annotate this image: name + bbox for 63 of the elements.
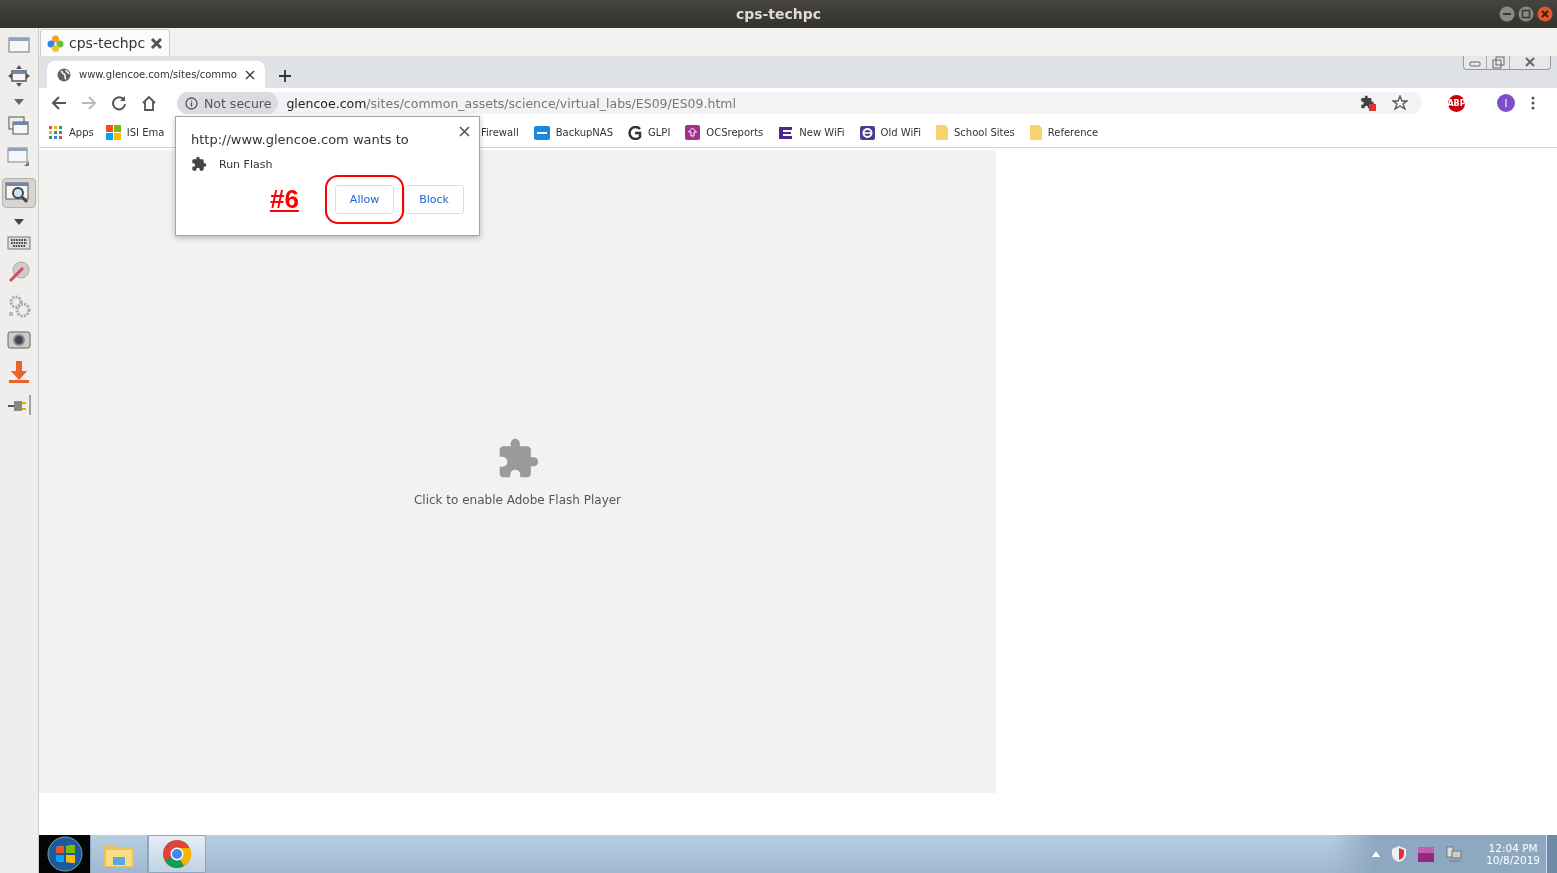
network-icon[interactable]	[1446, 846, 1463, 862]
globe-icon	[57, 67, 71, 82]
browser-tab[interactable]: www.glencoe.com/sites/commo	[47, 61, 265, 88]
window-resize-icon[interactable]	[7, 146, 31, 168]
bookmark[interactable]: OCSreports	[685, 125, 764, 140]
close-icon[interactable]	[459, 126, 470, 137]
move-window-icon[interactable]	[7, 64, 31, 88]
menu-icon[interactable]	[1531, 96, 1535, 110]
close-icon[interactable]	[244, 69, 255, 80]
block-button[interactable]: Block	[404, 185, 464, 214]
reload-icon[interactable]	[111, 95, 127, 111]
folder-icon	[1029, 125, 1042, 140]
bookmark[interactable]: BackupNAS	[533, 125, 614, 140]
plugin-placeholder-text[interactable]: Click to enable Adobe Flash Player	[413, 492, 622, 507]
download-icon[interactable]	[8, 360, 30, 384]
up-arrow-icon[interactable]	[1372, 851, 1381, 857]
step-annotation: #6	[269, 184, 299, 215]
bookmark[interactable]: ISI Ema	[105, 125, 165, 140]
maximize-button[interactable]	[1518, 6, 1534, 22]
puzzle-icon	[191, 156, 207, 172]
shield-icon[interactable]	[1392, 846, 1407, 862]
minimize-button[interactable]	[1499, 6, 1515, 22]
back-icon[interactable]	[51, 95, 67, 111]
bookmark[interactable]: New WiFi	[778, 125, 845, 140]
url-text: glencoe.com/sites/common_assets/science/virtual_labs/ES09/ES09.html	[286, 95, 737, 111]
permission-label: Run Flash	[219, 157, 273, 171]
apps-grid-icon	[49, 125, 63, 140]
bookmark[interactable]: Old WiFi	[859, 125, 921, 140]
upload-square-icon	[685, 125, 701, 140]
camera-icon[interactable]	[7, 328, 31, 350]
app-tray-icon[interactable]	[1418, 846, 1435, 862]
bookmark[interactable]: School Sites	[936, 125, 1015, 140]
close-button[interactable]	[1537, 6, 1553, 22]
puzzle-blocked-icon[interactable]	[1360, 95, 1376, 111]
close-icon[interactable]	[150, 36, 164, 50]
new-tab-icon[interactable]	[278, 70, 291, 82]
chrome-icon	[162, 839, 192, 869]
security-chip[interactable]: Not secure	[177, 92, 279, 114]
keyboard-icon[interactable]	[7, 236, 31, 250]
show-desktop-button[interactable]	[1546, 835, 1557, 873]
info-icon	[185, 96, 198, 110]
window-title: cps-techpc	[735, 6, 822, 22]
window-icon[interactable]	[8, 36, 30, 54]
home-icon[interactable]	[141, 95, 157, 111]
bookmark[interactable]: Reference	[1029, 125, 1099, 140]
profile-avatar[interactable]: I	[1497, 94, 1515, 112]
squares-logo-icon	[105, 125, 121, 140]
bookmark[interactable]: GLPI	[628, 125, 671, 140]
star-icon[interactable]	[1392, 95, 1408, 111]
taskbar-button[interactable]	[39, 835, 91, 873]
address-bar[interactable]: Not secure glencoe.com/sites/common_assets/science/virtual_labs/ES09/ES09.html	[177, 92, 1422, 114]
dropdown-arrow-icon[interactable]	[13, 98, 25, 106]
bookmark[interactable]: Apps	[49, 125, 94, 140]
dropdown-arrow-icon[interactable]	[13, 218, 25, 226]
folder-icon	[936, 125, 948, 140]
g-logo-icon	[628, 125, 643, 140]
adblock-badge[interactable]: ABP	[1448, 94, 1465, 112]
nodes-logo-icon	[47, 34, 64, 52]
bookmark[interactable]: Firewall	[481, 127, 519, 138]
popup-message: http://www.glencoe.com wants to	[191, 132, 410, 147]
windows-icon[interactable]	[8, 116, 30, 136]
plug-icon[interactable]	[6, 394, 32, 416]
session-tab[interactable]: cps-techpc	[40, 29, 171, 56]
